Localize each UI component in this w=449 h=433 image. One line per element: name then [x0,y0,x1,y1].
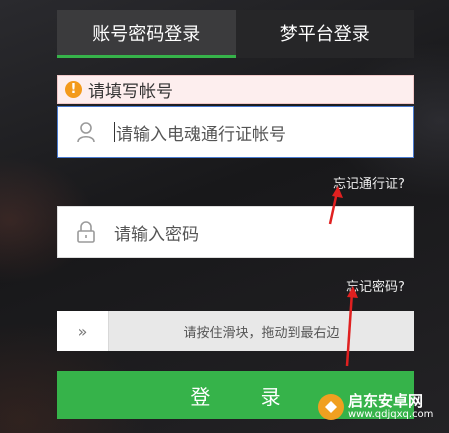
lock-icon [58,207,114,257]
account-placeholder: 请输入电魂通行证帐号 [116,124,286,145]
error-message-box: ! 请填写帐号 [57,75,414,104]
watermark: 启东安卓网 www.qdjqxq.com [318,393,433,421]
double-chevron-right-icon: » [77,321,88,341]
watermark-logo-icon [318,394,344,420]
annotation-arrow-1 [328,186,343,225]
password-placeholder: 请输入密码 [114,224,199,245]
password-input[interactable]: 请输入密码 [57,206,414,258]
annotation-arrow-2 [345,286,358,367]
user-icon [58,107,114,157]
warning-icon: ! [65,81,82,98]
error-message-text: 请填写帐号 [88,82,173,102]
text-cursor [114,122,115,142]
slider-handle[interactable]: » [57,311,109,351]
slider-hint: 请按住滑块，拖动到最右边 [183,325,340,341]
tab-dream-platform[interactable]: 梦平台登录 [235,10,414,58]
watermark-url: www.qdjqxq.com [348,409,434,420]
watermark-title: 启东安卓网 [348,392,424,410]
account-input[interactable]: 请输入电魂通行证帐号 [57,106,414,158]
tab-account-password[interactable]: 账号密码登录 [57,10,236,58]
slider-captcha[interactable]: » 请按住滑块，拖动到最右边 [57,311,414,351]
login-tabs: 账号密码登录 梦平台登录 [57,10,414,58]
